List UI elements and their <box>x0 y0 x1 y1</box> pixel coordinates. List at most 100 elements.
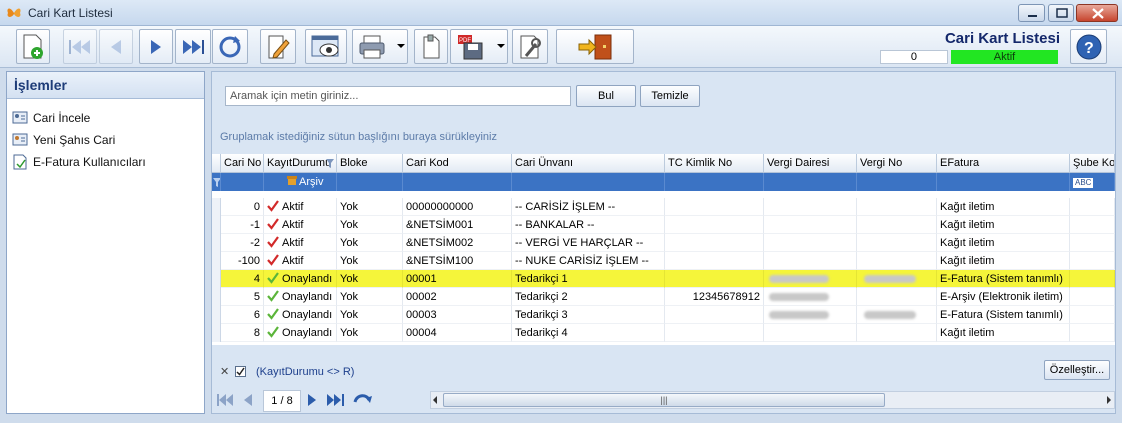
row-selector[interactable] <box>212 216 221 234</box>
new-button[interactable] <box>16 29 50 64</box>
sidebar-item-yeni-sahis-cari[interactable]: Yeni Şahıs Cari <box>7 129 204 151</box>
table-row[interactable]: -2 Aktif Yok &NETSİM002 -- VERGİ VE HARÇLAR … <box>212 234 1115 252</box>
column-kayit-durumu[interactable]: KayıtDurumu <box>264 154 337 173</box>
cell-vn <box>857 288 937 306</box>
filter-bloke[interactable] <box>337 173 403 191</box>
filter-cari-no[interactable] <box>221 173 264 191</box>
filter-row[interactable]: Arşiv ABC <box>212 173 1115 191</box>
filter-cari-unvani[interactable] <box>512 173 665 191</box>
column-vergi-dairesi[interactable]: Vergi Dairesi <box>764 154 857 173</box>
scroll-right-icon[interactable] <box>1107 396 1111 404</box>
print-button[interactable] <box>352 29 408 64</box>
filter-efatura[interactable] <box>937 173 1070 191</box>
previous-page-icon[interactable] <box>242 393 254 407</box>
filter-sube-kod[interactable]: ABC <box>1070 173 1115 191</box>
cell-vn <box>857 324 937 342</box>
last-record-button[interactable] <box>175 29 211 64</box>
cell-kod: 00001 <box>403 270 512 288</box>
cell-no: 6 <box>221 306 264 324</box>
edit-button[interactable] <box>260 29 296 64</box>
column-tc-kimlik-no[interactable]: TC Kimlik No <box>665 154 764 173</box>
refresh-button[interactable] <box>212 29 248 64</box>
row-selector[interactable] <box>212 252 221 270</box>
minimize-button[interactable] <box>1018 4 1045 22</box>
filter-vergi-no[interactable] <box>857 173 937 191</box>
customize-button[interactable]: Özelleştir... <box>1044 360 1110 380</box>
filter-enabled-checkbox[interactable] <box>235 366 246 377</box>
record-counter: 0 <box>880 50 948 64</box>
cell-efatura: Kağıt iletim <box>937 234 1070 252</box>
filter-tc-kimlik-no[interactable] <box>665 173 764 191</box>
green-check-icon <box>267 272 279 284</box>
settings-button[interactable] <box>512 29 548 64</box>
cell-vn <box>857 306 937 324</box>
row-selector[interactable] <box>212 288 221 306</box>
close-icon <box>1092 8 1104 19</box>
column-efatura[interactable]: EFatura <box>937 154 1070 173</box>
table-row[interactable]: 4 Onaylandı Yok 00001 Tedarikçi 1 E-Fatura (S… <box>212 270 1115 288</box>
cell-kod: 00002 <box>403 288 512 306</box>
maximize-button[interactable] <box>1048 4 1074 22</box>
redacted-value <box>769 311 829 320</box>
print-dropdown-arrow[interactable] <box>397 44 405 48</box>
exit-button[interactable] <box>556 29 634 64</box>
remove-filter-icon[interactable]: ✕ <box>220 365 229 378</box>
export-pdf-button[interactable]: PDF <box>450 29 508 64</box>
status-text: Aktif <box>282 255 304 267</box>
table-row[interactable]: 8 Onaylandı Yok 00004 Tedarikçi 4 Kağıt ileti… <box>212 324 1115 342</box>
next-page-icon[interactable] <box>306 393 318 407</box>
search-input[interactable]: Aramak için metin giriniz... <box>225 86 571 106</box>
next-icon <box>151 39 161 54</box>
column-cari-no[interactable]: Cari No <box>221 154 264 173</box>
column-bloke[interactable]: Bloke <box>337 154 403 173</box>
column-sube-kod[interactable]: Şube Kod <box>1070 154 1115 173</box>
next-record-button[interactable] <box>139 29 173 64</box>
column-cari-kod[interactable]: Cari Kod <box>403 154 512 173</box>
refresh-page-icon[interactable] <box>353 392 373 408</box>
row-selector[interactable] <box>212 270 221 288</box>
sidebar-item-cari-incele[interactable]: Cari İncele <box>7 107 204 129</box>
clear-button[interactable]: Temizle <box>640 85 700 107</box>
column-vergi-no[interactable]: Vergi No <box>857 154 937 173</box>
cell-no: -1 <box>221 216 264 234</box>
filter-vergi-dairesi[interactable] <box>764 173 857 191</box>
group-by-hint[interactable]: Gruplamak istediğiniz sütun başlığını bu… <box>220 131 497 143</box>
find-button[interactable]: Bul <box>576 85 636 107</box>
scroll-left-icon[interactable] <box>433 396 437 404</box>
cell-tc <box>665 270 764 288</box>
copy-button[interactable] <box>414 29 448 64</box>
close-button[interactable] <box>1076 4 1118 22</box>
table-row[interactable]: -1 Aktif Yok &NETSİM001 -- BANKALAR -- Kağıt … <box>212 216 1115 234</box>
page-indicator: 1 / 8 <box>263 390 301 412</box>
last-page-icon[interactable] <box>326 393 346 407</box>
cell-sube <box>1070 234 1115 252</box>
export-dropdown-arrow[interactable] <box>497 44 505 48</box>
sidebar-item-efatura-kullanicilari[interactable]: E-Fatura Kullanıcıları <box>7 151 204 173</box>
filter-kayit-durumu[interactable]: Arşiv <box>264 173 337 191</box>
horizontal-scrollbar[interactable]: ||| <box>430 391 1115 409</box>
scroll-thumb[interactable]: ||| <box>443 393 885 407</box>
row-selector[interactable] <box>212 324 221 342</box>
help-button[interactable]: ? <box>1070 29 1107 64</box>
filter-icon[interactable] <box>326 159 334 168</box>
cell-status: Aktif <box>264 216 337 234</box>
preview-button[interactable] <box>305 29 347 64</box>
table-row[interactable]: 5 Onaylandı Yok 00002 Tedarikçi 2 12345678912… <box>212 288 1115 306</box>
first-page-icon[interactable] <box>216 393 234 407</box>
column-cari-unvani[interactable]: Cari Ünvanı <box>512 154 665 173</box>
previous-record-button[interactable] <box>99 29 133 64</box>
row-selector[interactable] <box>212 198 221 216</box>
filter-cari-kod[interactable] <box>403 173 512 191</box>
first-record-button[interactable] <box>63 29 97 64</box>
table-row[interactable]: 6 Onaylandı Yok 00003 Tedarikçi 3 E-Fatura (S… <box>212 306 1115 324</box>
red-check-icon <box>267 218 279 230</box>
table-row[interactable]: -100 Aktif Yok &NETSİM100 -- NUKE CARİSİZ İŞ… <box>212 252 1115 270</box>
status-text: Aktif <box>282 201 304 213</box>
svg-text:?: ? <box>1084 40 1094 57</box>
table-row[interactable]: 0 Aktif Yok 00000000000 -- CARİSİZ İŞLEM -- K… <box>212 198 1115 216</box>
filter-condition[interactable]: (KayıtDurumu <> R) <box>256 366 354 378</box>
row-selector[interactable] <box>212 306 221 324</box>
cell-vd <box>764 252 857 270</box>
row-selector[interactable] <box>212 234 221 252</box>
cell-kod: &NETSİM001 <box>403 216 512 234</box>
